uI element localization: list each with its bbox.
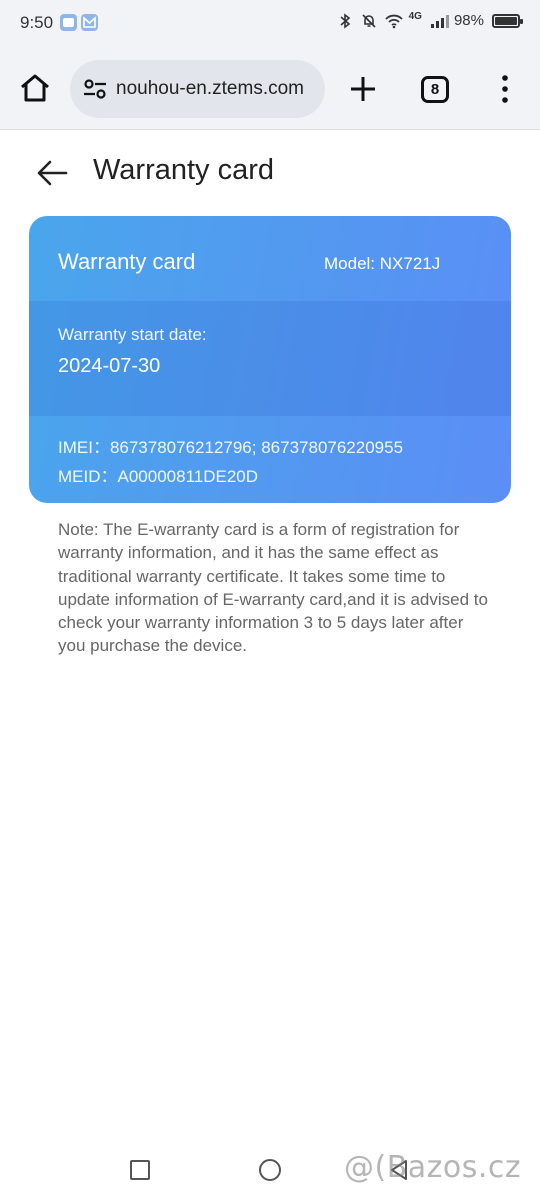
status-right-icons: 4G 98% xyxy=(337,11,523,29)
app-notification-icon xyxy=(60,14,77,31)
tabs-icon[interactable]: 8 xyxy=(421,76,449,103)
card-title: Warranty card xyxy=(58,249,196,274)
status-time: 9:50 xyxy=(20,13,54,32)
site-settings-icon[interactable] xyxy=(82,77,108,101)
plus-icon[interactable] xyxy=(348,74,378,104)
warranty-start-label: Warranty start date: xyxy=(58,325,207,344)
recent-apps-button[interactable] xyxy=(130,1160,150,1180)
status-bar: 9:50 4G 98% xyxy=(0,0,540,46)
meid-text: MEID：A00000811DE20D xyxy=(58,467,259,486)
network-type: 4G xyxy=(408,11,422,22)
home-button[interactable] xyxy=(259,1159,281,1181)
imei-text: IMEI：867378076212796; 867378076220955 xyxy=(58,438,404,457)
mail-notification-icon xyxy=(81,14,98,31)
signal-icon xyxy=(430,13,449,29)
wifi-icon xyxy=(384,13,403,29)
bluetooth-icon xyxy=(337,12,353,29)
url-text[interactable]: nouhou-en.ztems.com xyxy=(116,78,316,100)
card-model: Model: NX721J xyxy=(324,254,441,273)
warranty-card: Warranty card Model: NX721J Warranty sta… xyxy=(29,216,511,503)
device-ids-section: IMEI：867378076212796; 867378076220955 ME… xyxy=(29,416,511,503)
watermark: @(Bazos.cz xyxy=(344,1150,522,1185)
notification-icons xyxy=(60,14,98,31)
warranty-start-date: 2024-07-30 xyxy=(58,355,161,377)
warranty-start-section: Warranty start date: 2024-07-30 xyxy=(29,301,511,416)
more-vert-icon[interactable] xyxy=(496,74,514,104)
page-title: Warranty card xyxy=(93,154,275,186)
home-icon[interactable] xyxy=(18,72,52,104)
card-header: Warranty card Model: NX721J xyxy=(29,216,511,301)
address-bar[interactable]: nouhou-en.ztems.com xyxy=(70,60,325,118)
warranty-note: Note: The E-warranty card is a form of r… xyxy=(58,520,488,656)
back-arrow-icon[interactable] xyxy=(36,158,68,188)
mute-bell-icon xyxy=(361,13,377,29)
battery-percent: 98% xyxy=(453,12,484,29)
browser-toolbar: nouhou-en.ztems.com 8 xyxy=(0,46,540,130)
battery-icon xyxy=(492,13,523,28)
